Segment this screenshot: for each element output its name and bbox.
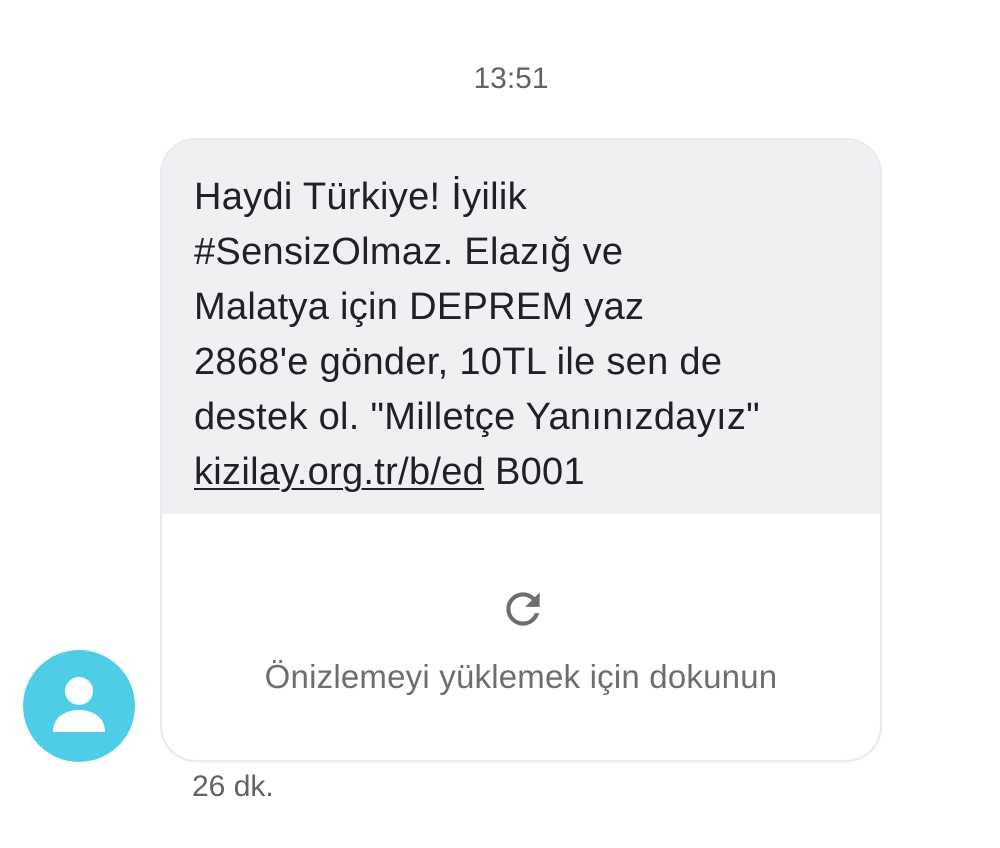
message-time-ago: 26 dk. — [192, 770, 274, 803]
refresh-icon[interactable] — [498, 584, 548, 634]
link-preview-card[interactable]: Önizlemeyi yüklemek için dokunun — [162, 514, 880, 760]
message-body: Haydi Türkiye! İyilik #SensizOlmaz. Elaz… — [162, 140, 880, 514]
sender-avatar[interactable] — [23, 650, 135, 762]
message-line: 2868'e gönder, 10TL ile sen de — [194, 341, 723, 383]
message-last-line: kizilay.org.tr/b/ed B001 — [194, 445, 848, 500]
person-icon — [53, 677, 105, 732]
message-timestamp: 13:51 — [473, 62, 549, 95]
message-bubble[interactable]: Haydi Türkiye! İyilik #SensizOlmaz. Elaz… — [160, 138, 882, 762]
message-line: #SensizOlmaz. Elazığ ve — [194, 231, 624, 273]
message-code: B001 — [484, 451, 585, 493]
preview-load-label: Önizlemeyi yüklemek için dokunun — [264, 658, 778, 695]
message-link[interactable]: kizilay.org.tr/b/ed — [194, 451, 484, 493]
message-line: Haydi Türkiye! İyilik — [194, 176, 527, 218]
message-line: destek ol. "Milletçe Yanınızdayız" — [194, 396, 760, 438]
message-line: Malatya için DEPREM yaz — [194, 286, 645, 328]
